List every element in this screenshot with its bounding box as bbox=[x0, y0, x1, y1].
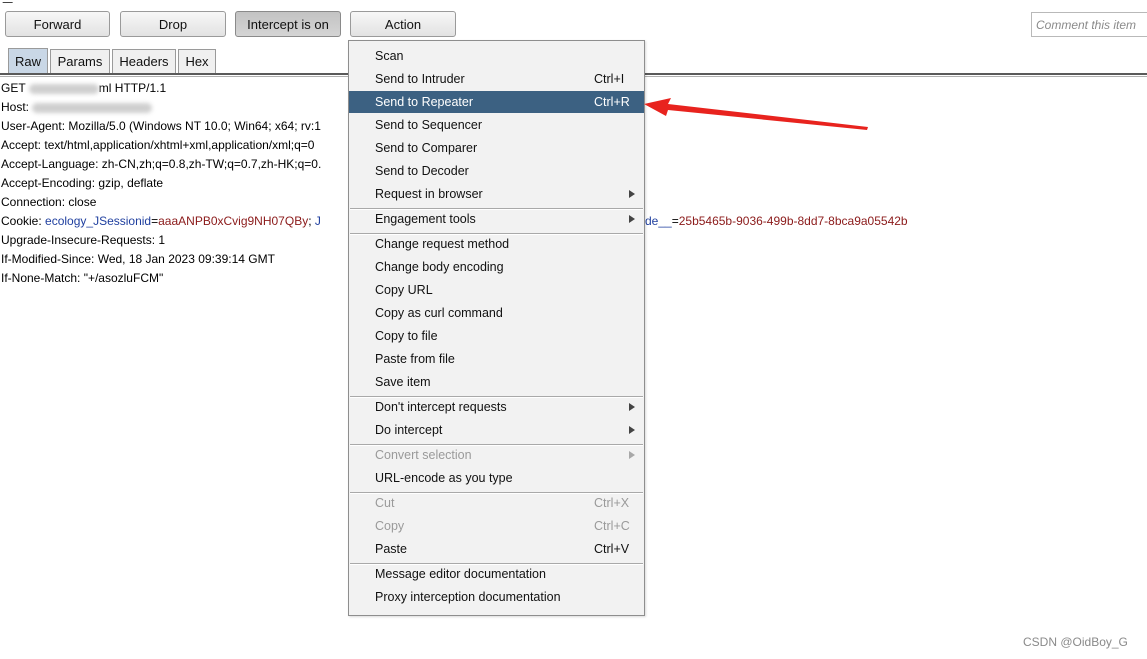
arrow-shape bbox=[644, 98, 868, 130]
annotation-arrow-icon bbox=[644, 98, 868, 130]
watermark: CSDN @OidBoy_G bbox=[1023, 635, 1128, 649]
